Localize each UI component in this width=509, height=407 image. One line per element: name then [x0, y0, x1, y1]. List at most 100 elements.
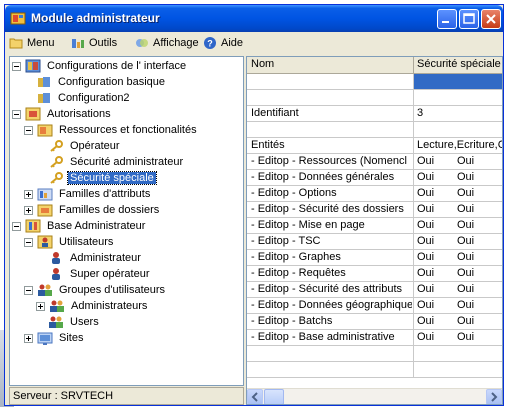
menu-aide-label: Aide — [221, 37, 244, 49]
tree-node-base-administrateur[interactable]: Base Administrateur — [12, 218, 147, 234]
expand-icon[interactable] — [36, 301, 45, 311]
table-row[interactable]: - Editop - TSC Oui Oui — [247, 234, 502, 250]
tree-label: Ressources et fonctionalités — [59, 124, 197, 136]
cell-nom: Entités — [251, 139, 285, 151]
properties-grid[interactable]: Nom Sécurité spéciale Identifiant 3 Enti… — [246, 56, 503, 405]
tree-node-users[interactable]: Users — [48, 314, 101, 330]
tools-icon — [72, 39, 84, 48]
menu-outils[interactable]: Outils — [71, 36, 117, 50]
cell-nom: - Editop - Ressources (Nomencl — [251, 155, 407, 167]
table-row[interactable]: - Editop - Données générales Oui Oui — [247, 170, 502, 186]
collapse-icon[interactable] — [24, 125, 33, 135]
table-row[interactable]: Entités Lecture,Ecriture,Cr — [247, 138, 502, 154]
tree-label: Base Administrateur — [47, 220, 146, 232]
menu-bar: Menu Outils Affichage ? Aide — [5, 32, 503, 54]
menu-affichage[interactable]: Affichage — [135, 36, 199, 50]
key-icon — [50, 156, 63, 168]
cell-nom: - Editop - Données géographiques — [251, 299, 412, 311]
table-row[interactable] — [247, 90, 502, 106]
tree-node-securite-speciale[interactable]: Sécurité spéciale — [48, 170, 157, 186]
tree-node-autorisations[interactable]: Autorisations — [12, 106, 113, 122]
scroll-left-button[interactable] — [247, 389, 263, 404]
group-icon — [38, 284, 52, 296]
tree-node-ressources[interactable]: Ressources et fonctionalités — [24, 122, 199, 138]
navigation-tree[interactable]: Configurations de l' interface Configura… — [9, 56, 244, 386]
expand-icon[interactable] — [24, 205, 33, 215]
menu-affichage-label: Affichage — [153, 37, 199, 49]
tree-node-securite-administrateur[interactable]: Sécurité administrateur — [48, 154, 185, 170]
menu-aide[interactable]: ? Aide — [203, 36, 243, 50]
table-row[interactable] — [247, 346, 502, 362]
column-header-securite-speciale[interactable]: Sécurité spéciale — [417, 58, 501, 70]
tree-node-configuration-basique[interactable]: Configuration basique — [36, 74, 167, 90]
tree-node-configurations-interface[interactable]: Configurations de l' interface — [12, 58, 188, 74]
table-row[interactable]: - Editop - Ressources (Nomencl Oui Oui — [247, 154, 502, 170]
table-row[interactable]: - Editop - Mise en page Oui Oui — [247, 218, 502, 234]
cell-nom: Identifiant — [251, 107, 299, 119]
cell-read: Oui — [417, 219, 435, 231]
table-row[interactable]: - Editop - Options Oui Oui — [247, 186, 502, 202]
cell-nom: - Editop - Graphes — [251, 251, 341, 263]
minimize-button[interactable] — [437, 9, 457, 29]
tree-node-administrateurs[interactable]: Administrateurs — [36, 298, 149, 314]
cell-write: Oui — [457, 203, 475, 215]
cell-separator — [413, 202, 414, 218]
column-separator[interactable] — [413, 57, 414, 73]
collapse-icon[interactable] — [24, 285, 33, 295]
tree-node-super-operateur[interactable]: Super opérateur — [48, 266, 152, 282]
table-row[interactable]: Identifiant 3 — [247, 106, 502, 122]
help-icon: ? — [204, 37, 216, 49]
column-header-nom[interactable]: Nom — [251, 58, 274, 70]
cell-write: Oui — [457, 187, 475, 199]
tree-node-configuration2[interactable]: Configuration2 — [36, 90, 132, 106]
table-row[interactable]: - Editop - Sécurité des dossiers Oui Oui — [247, 202, 502, 218]
tree-node-familles-attributs[interactable]: Familles d'attributs — [24, 186, 152, 202]
tree-label: Autorisations — [47, 108, 111, 120]
collapse-icon[interactable] — [12, 221, 21, 231]
key-icon — [50, 140, 63, 152]
horizontal-scrollbar[interactable] — [247, 388, 502, 404]
table-row[interactable]: - Editop - Graphes Oui Oui — [247, 250, 502, 266]
tree-node-operateur[interactable]: Opérateur — [48, 138, 122, 154]
expand-icon[interactable] — [24, 333, 33, 343]
tree-node-sites[interactable]: Sites — [24, 330, 85, 346]
collapse-icon[interactable] — [24, 237, 33, 247]
tree-node-utilisateurs[interactable]: Utilisateurs — [24, 234, 115, 250]
cell-nom: - Editop - Sécurité des attributs — [251, 283, 403, 295]
title-bar[interactable]: Module administrateur — [5, 5, 503, 32]
table-row[interactable] — [247, 74, 502, 90]
table-row[interactable]: - Editop - Sécurité des attributs Oui Ou… — [247, 282, 502, 298]
maximize-icon — [463, 13, 475, 24]
selected-cell[interactable] — [414, 74, 502, 89]
close-button[interactable] — [481, 9, 501, 29]
cell-write: Oui — [457, 315, 475, 327]
table-row[interactable]: - Editop - Base administrative Oui Oui — [247, 330, 502, 346]
cell-separator — [413, 218, 414, 234]
tree-node-groupes-utilisateurs[interactable]: Groupes d'utilisateurs — [24, 282, 167, 298]
scroll-right-button[interactable] — [486, 389, 502, 404]
maximize-button[interactable] — [459, 9, 479, 29]
table-row[interactable]: - Editop - Données géographiques Oui Oui — [247, 298, 502, 314]
users-folder-icon — [37, 235, 53, 249]
collapse-icon[interactable] — [12, 109, 21, 119]
menu-outils-label: Outils — [89, 37, 118, 49]
expand-icon[interactable] — [24, 189, 33, 199]
user-icon — [52, 268, 60, 280]
table-row[interactable]: - Editop - Batchs Oui Oui — [247, 314, 502, 330]
table-row[interactable] — [247, 362, 502, 378]
scroll-thumb[interactable] — [264, 389, 284, 404]
table-row[interactable]: - Editop - Requêtes Oui Oui — [247, 266, 502, 282]
cell-write: Oui — [457, 331, 475, 343]
tree-label: Configuration basique — [58, 76, 166, 88]
tree-node-administrateur[interactable]: Administrateur — [48, 250, 143, 266]
cell-read: Oui — [417, 251, 435, 263]
cell-write: Oui — [457, 219, 475, 231]
tree-node-familles-dossiers[interactable]: Familles de dossiers — [24, 202, 161, 218]
close-icon — [486, 14, 496, 24]
menu-menu[interactable]: Menu — [9, 36, 55, 50]
cell-separator — [413, 330, 414, 346]
table-row[interactable] — [247, 122, 502, 138]
folder-icon — [9, 38, 23, 49]
key-icon — [50, 172, 63, 184]
collapse-icon[interactable] — [12, 61, 21, 71]
